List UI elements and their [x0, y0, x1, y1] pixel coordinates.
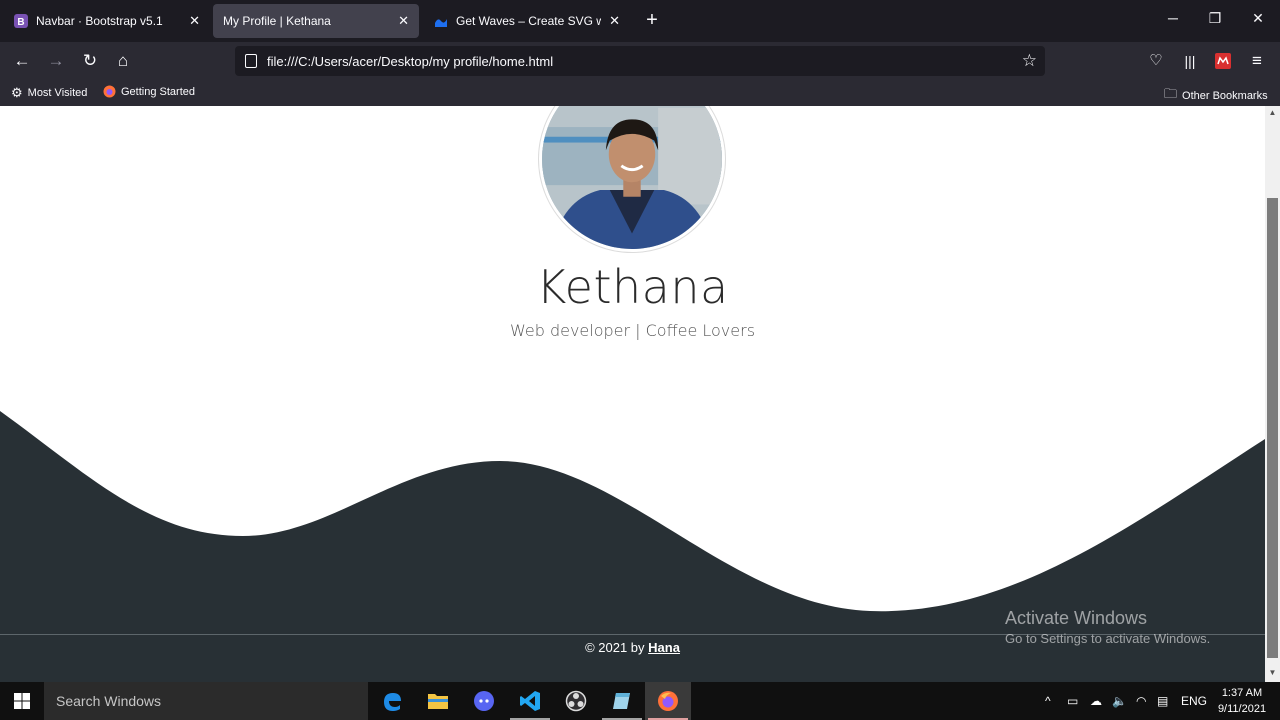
tab-title: Get Waves – Create SVG waves f	[456, 14, 602, 28]
pocket-icon[interactable]: ♡	[1143, 48, 1169, 74]
bookmark-other-bookmarks[interactable]: 🗀 Other Bookmarks	[1164, 85, 1268, 107]
watermark-title: Activate Windows	[1005, 608, 1148, 628]
taskbar-notepad[interactable]	[599, 682, 645, 720]
bookmarks-bar: ⚙ Most Visited Getting Started 🗀 Other B…	[0, 80, 1280, 106]
bookmark-star-icon[interactable]: ☆	[1022, 51, 1037, 71]
scroll-up-icon[interactable]: ▲	[1267, 108, 1278, 122]
forward-icon[interactable]: →	[43, 48, 69, 74]
firefox-icon	[103, 85, 116, 98]
library-icon[interactable]: |||	[1177, 48, 1203, 74]
notepad-icon	[613, 693, 630, 709]
tab-strip: B Navbar · Bootstrap v5.1 ✕ My Profile |…	[0, 0, 1280, 42]
taskbar-clock[interactable]: 1:37 AM 9/11/2021	[1212, 685, 1272, 717]
taskbar-vscode[interactable]	[507, 682, 553, 720]
bookmark-label: Other Bookmarks	[1182, 90, 1268, 102]
tab-close-icon[interactable]: ✕	[189, 13, 200, 29]
bookmark-most-visited[interactable]: ⚙ Most Visited	[11, 85, 87, 101]
clock-date: 9/11/2021	[1217, 703, 1267, 715]
onedrive-icon[interactable]: ☁	[1090, 682, 1102, 720]
tab-my-profile[interactable]: My Profile | Kethana ✕	[213, 4, 419, 38]
scrollbar-thumb[interactable]	[1267, 198, 1278, 658]
gear-icon: ⚙	[11, 85, 23, 100]
taskbar-search-input[interactable]: Search Windows	[44, 682, 368, 720]
tab-get-waves[interactable]: Get Waves – Create SVG waves f ✕	[424, 4, 630, 38]
wifi-icon[interactable]: ◠	[1136, 682, 1146, 720]
bookmark-label: Getting Started	[121, 85, 195, 98]
firefox-icon	[658, 691, 678, 711]
obs-icon	[565, 690, 587, 712]
getwaves-icon	[435, 19, 447, 27]
profile-name: Kethana	[536, 260, 729, 314]
tab-title: My Profile | Kethana	[223, 14, 331, 28]
taskbar-obs[interactable]	[553, 682, 599, 720]
discord-icon	[474, 691, 494, 711]
language-indicator[interactable]: ENG	[1181, 682, 1207, 720]
show-hidden-icons[interactable]: ^	[1045, 682, 1051, 720]
profile-subtitle: Web developer | Coffee Lovers	[509, 321, 756, 340]
bookmark-getting-started[interactable]: Getting Started	[103, 85, 195, 98]
volume-icon[interactable]: 🔈	[1112, 682, 1127, 720]
profile-avatar	[539, 106, 725, 252]
taskbar-firefox[interactable]	[645, 682, 691, 720]
tab-close-icon[interactable]: ✕	[398, 13, 409, 29]
restore-icon[interactable]: ❐	[1205, 10, 1225, 27]
svg-text:B: B	[17, 17, 24, 28]
battery-icon[interactable]: ▭	[1067, 682, 1078, 720]
tab-close-icon[interactable]: ✕	[609, 13, 620, 29]
bootstrap-icon: B	[14, 14, 28, 28]
windows-taskbar: Search Windows ^ ▭ ☁ 🔈 ◠ ▤ ENG 1:37 AM 9…	[0, 682, 1280, 720]
watermark-subtitle: Go to Settings to activate Windows.	[1005, 631, 1211, 646]
action-center-icon[interactable]: ▤	[1157, 682, 1168, 720]
page-icon	[245, 54, 257, 68]
extension-icon[interactable]	[1210, 48, 1236, 74]
address-bar[interactable]: file:///C:/Users/acer/Desktop/my profile…	[235, 46, 1045, 76]
new-tab-button[interactable]: +	[640, 8, 664, 32]
footer-author-link[interactable]: Hana	[648, 640, 680, 655]
taskbar-edge[interactable]	[369, 682, 415, 720]
reload-icon[interactable]: ↻	[77, 48, 103, 74]
tab-navbar-bootstrap[interactable]: B Navbar · Bootstrap v5.1 ✕	[4, 4, 210, 38]
edge-icon	[384, 693, 401, 711]
folder-icon	[428, 694, 448, 709]
back-icon[interactable]: ←	[9, 48, 35, 74]
footer-copyright: © 2021 by	[585, 640, 649, 655]
close-window-icon[interactable]: ✕	[1248, 10, 1268, 27]
menu-icon[interactable]: ≡	[1244, 48, 1270, 74]
tab-title: Navbar · Bootstrap v5.1	[36, 14, 163, 28]
taskbar-discord[interactable]	[461, 682, 507, 720]
start-button[interactable]	[0, 682, 44, 720]
taskbar-file-explorer[interactable]	[415, 682, 461, 720]
footer-wave	[0, 411, 1265, 636]
bookmark-label: Most Visited	[27, 87, 88, 99]
clock-time: 1:37 AM	[1221, 687, 1263, 699]
folder-icon: 🗀	[1164, 86, 1178, 101]
minimize-icon[interactable]: ─	[1163, 10, 1183, 26]
home-icon[interactable]: ⌂	[110, 48, 136, 74]
page-scrollbar[interactable]: ▲ ▼	[1265, 106, 1280, 682]
scroll-down-icon[interactable]: ▼	[1267, 668, 1278, 682]
page-viewport: Kethana Web developer | Coffee Lovers © …	[0, 106, 1265, 682]
navigation-toolbar: ← → ↻ ⌂ file:///C:/Users/acer/Desktop/my…	[0, 42, 1280, 80]
windows-logo-icon	[14, 693, 30, 709]
vscode-icon	[520, 691, 540, 711]
url-text[interactable]: file:///C:/Users/acer/Desktop/my profile…	[267, 54, 1022, 69]
activate-windows-watermark: Activate Windows Go to Settings to activ…	[1005, 608, 1210, 646]
